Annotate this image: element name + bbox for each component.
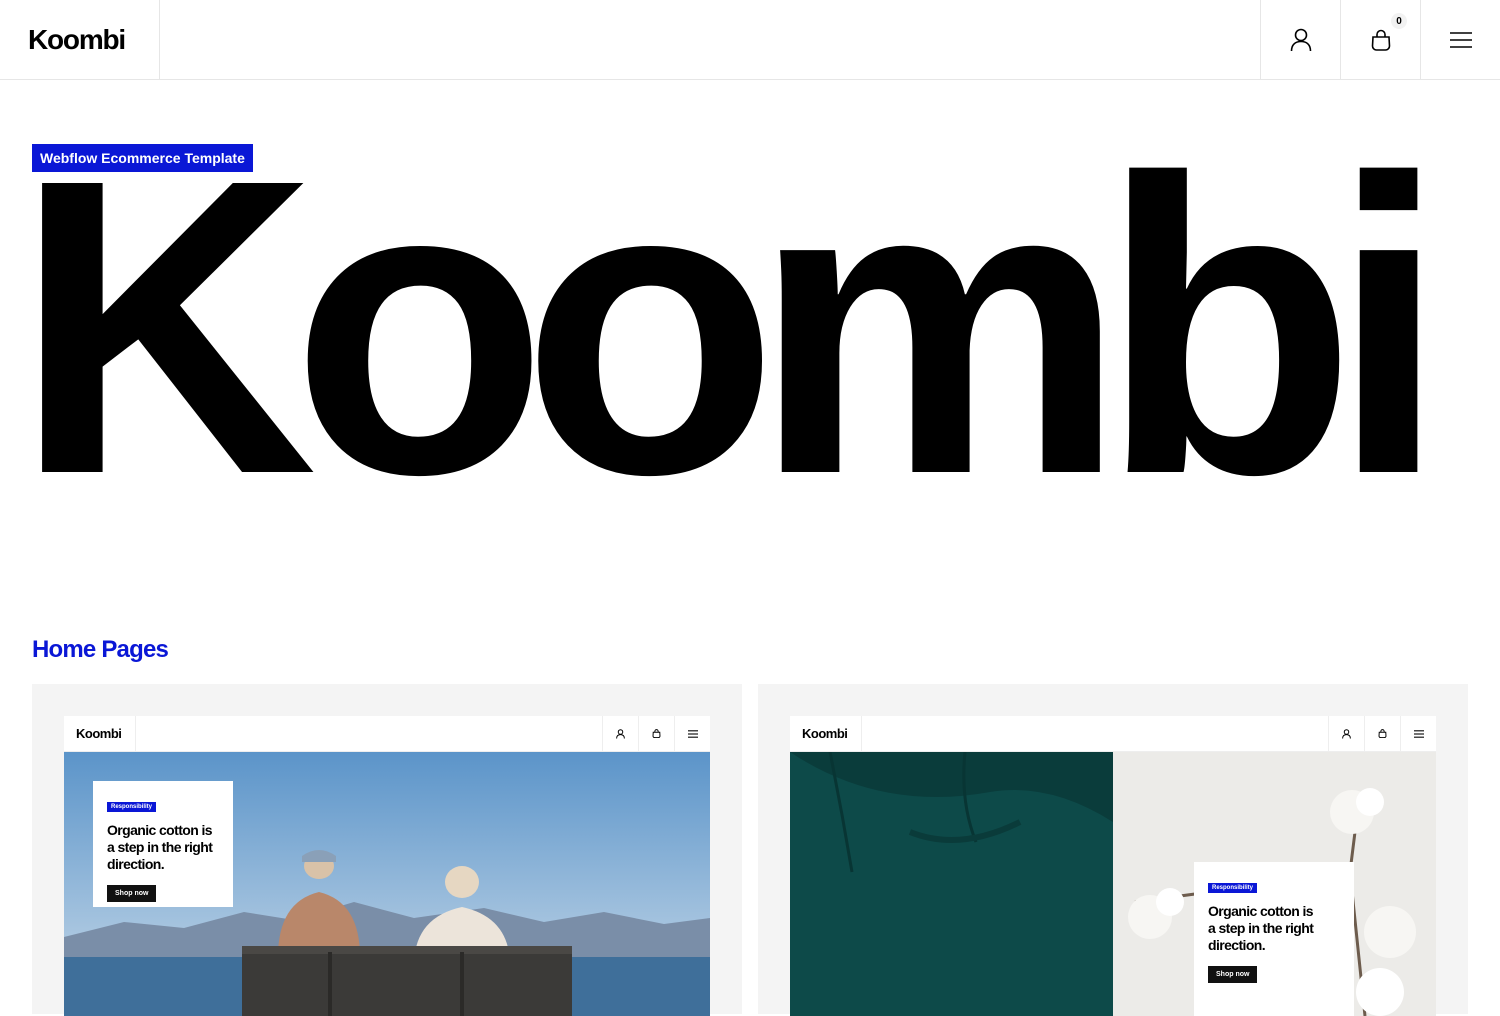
- promo-tag: Responsibility: [107, 802, 157, 812]
- preview-menu-icon: [674, 716, 710, 751]
- promo-card: Responsibility Organic cotton is a step …: [1194, 862, 1354, 1016]
- brand-logo[interactable]: Koombi: [0, 0, 160, 79]
- promo-headline: Organic cotton is a step in the right di…: [107, 822, 213, 872]
- preview-user-icon: [602, 716, 638, 751]
- preview-bag-icon: [638, 716, 674, 751]
- preview-nav: Koombi: [64, 716, 710, 752]
- preview-logo: Koombi: [64, 716, 136, 751]
- preview-logo: Koombi: [790, 716, 862, 751]
- home-page-preview: Koombi Responsibility Organic cotton is …: [790, 716, 1436, 1016]
- preview-nav: Koombi: [790, 716, 1436, 752]
- promo-card: Responsibility Organic cotton is a step …: [93, 781, 233, 907]
- shop-now-button: Shop now: [1208, 966, 1258, 983]
- cart-button[interactable]: 0: [1340, 0, 1420, 79]
- menu-button[interactable]: [1420, 0, 1500, 79]
- cart-count-badge: 0: [1391, 13, 1407, 29]
- preview-hero-image: Responsibility Organic cotton is a step …: [64, 752, 710, 1016]
- preview-hero-image: Responsibility Organic cotton is a step …: [790, 752, 1436, 1016]
- user-icon: [1290, 28, 1311, 51]
- promo-tag: Responsibility: [1208, 883, 1258, 893]
- section-title: Home Pages: [32, 636, 169, 663]
- home-page-preview: Koombi Responsibility Organic cotton is …: [64, 716, 710, 1016]
- hero-wordmark: Koombi: [14, 93, 1447, 562]
- account-button[interactable]: [1260, 0, 1340, 79]
- preview-bag-icon: [1364, 716, 1400, 751]
- home-page-card-1[interactable]: Koombi Responsibility Organic cotton is …: [32, 684, 742, 1016]
- shop-now-button: Shop now: [107, 885, 157, 902]
- top-navigation: Koombi 0: [0, 0, 1500, 80]
- menu-icon: [1449, 31, 1472, 48]
- shopping-bag-icon: [1371, 29, 1390, 51]
- preview-user-icon: [1328, 716, 1364, 751]
- promo-headline: Organic cotton is a step in the right di…: [1208, 903, 1314, 953]
- home-page-card-2[interactable]: Koombi Responsibility Organic cotton is …: [758, 684, 1468, 1016]
- preview-menu-icon: [1400, 716, 1436, 751]
